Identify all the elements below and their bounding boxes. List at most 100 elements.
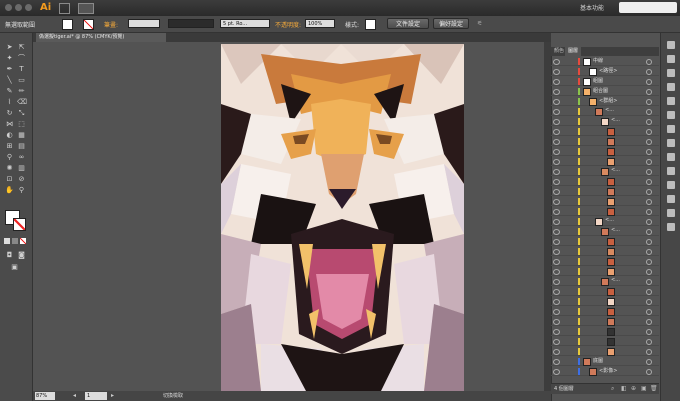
layer-target-icon[interactable] [646, 189, 652, 195]
new-sublayer-icon[interactable]: ⊕ [631, 385, 636, 392]
layer-target-icon[interactable] [646, 79, 652, 85]
layer-target-icon[interactable] [646, 109, 652, 115]
layer-row[interactable] [551, 338, 659, 346]
gradient-mode-icon[interactable] [12, 238, 18, 244]
document-tab[interactable]: 偽選擬tiger.ai* @ 87% (CMYK/預覽) [36, 33, 166, 42]
artboards-panel-icon[interactable] [667, 181, 675, 189]
layer-target-icon[interactable] [646, 239, 652, 245]
visibility-eye-icon[interactable] [553, 229, 560, 235]
vertical-scrollbar[interactable] [544, 42, 551, 391]
artboard-number-field[interactable]: 1 [85, 392, 107, 400]
paintbrush-tool-icon[interactable]: ✎ [5, 87, 14, 96]
layer-row[interactable] [551, 248, 659, 256]
layer-row[interactable] [551, 298, 659, 306]
width-tool-icon[interactable]: ⋈ [5, 120, 14, 129]
visibility-eye-icon[interactable] [553, 149, 560, 155]
align-panel-icon[interactable] [667, 195, 675, 203]
layer-row[interactable]: <... [551, 107, 659, 116]
visibility-eye-icon[interactable] [553, 239, 560, 245]
layer-row[interactable] [551, 178, 659, 186]
layer-target-icon[interactable] [646, 299, 652, 305]
zoom-tool-icon[interactable]: ⚲ [17, 186, 26, 195]
layer-row[interactable] [551, 208, 659, 216]
layer-row[interactable] [551, 198, 659, 206]
visibility-eye-icon[interactable] [553, 339, 560, 345]
layer-row[interactable]: 組合圖 [551, 88, 659, 96]
next-artboard-icon[interactable]: ▸ [111, 392, 114, 400]
layer-row[interactable]: <路徑> [551, 68, 659, 76]
visibility-eye-icon[interactable] [553, 209, 560, 215]
mesh-tool-icon[interactable]: ⊞ [5, 142, 14, 151]
layer-target-icon[interactable] [646, 369, 652, 375]
layer-target-icon[interactable] [646, 269, 652, 275]
visibility-eye-icon[interactable] [553, 319, 560, 325]
visibility-eye-icon[interactable] [553, 259, 560, 265]
visibility-eye-icon[interactable] [553, 69, 560, 75]
transparency-panel-icon[interactable] [667, 125, 675, 133]
layer-row[interactable]: <... [551, 117, 659, 126]
pathfinder-panel-icon[interactable] [667, 209, 675, 217]
layer-target-icon[interactable] [646, 359, 652, 365]
gradient-panel-icon[interactable] [667, 111, 675, 119]
layer-target-icon[interactable] [646, 229, 652, 235]
preferences-button[interactable]: 偏好設定 [433, 18, 469, 29]
layer-row[interactable]: 底圖 [551, 358, 659, 366]
pencil-tool-icon[interactable]: ✏ [17, 87, 26, 96]
gradient-tool-icon[interactable]: ▤ [17, 142, 26, 151]
appearance-panel-icon[interactable] [667, 139, 675, 147]
visibility-eye-icon[interactable] [553, 289, 560, 295]
screen-mode-icon[interactable]: ▣ [10, 263, 19, 272]
layer-name[interactable]: <... [611, 277, 620, 283]
layer-row[interactable]: 組圖 [551, 78, 659, 86]
zoom-window-button[interactable] [25, 4, 32, 11]
layer-row[interactable] [551, 258, 659, 266]
layer-row[interactable]: <... [551, 277, 659, 286]
brushes-panel-icon[interactable] [667, 69, 675, 77]
fill-swatch[interactable] [62, 19, 73, 30]
visibility-eye-icon[interactable] [553, 179, 560, 185]
layer-row[interactable] [551, 188, 659, 196]
blend-tool-icon[interactable]: ∞ [17, 153, 26, 162]
draw-behind-icon[interactable]: ◙ [17, 251, 26, 260]
visibility-eye-icon[interactable] [553, 139, 560, 145]
layer-target-icon[interactable] [646, 59, 652, 65]
rotate-tool-icon[interactable]: ↻ [5, 109, 14, 118]
visibility-eye-icon[interactable] [553, 59, 560, 65]
layer-name[interactable]: <... [611, 227, 620, 233]
character-panel-icon[interactable] [667, 223, 675, 231]
layer-name[interactable]: <... [605, 107, 614, 113]
magic-wand-tool-icon[interactable]: ✦ [5, 54, 14, 63]
rectangle-tool-icon[interactable]: ▭ [17, 76, 26, 85]
layer-target-icon[interactable] [646, 139, 652, 145]
artboard[interactable] [221, 44, 464, 391]
layer-target-icon[interactable] [646, 349, 652, 355]
layer-row[interactable]: <群組> [551, 98, 659, 106]
new-layer-icon[interactable]: ▣ [641, 385, 647, 392]
variable-width-profile[interactable] [168, 19, 214, 28]
layer-target-icon[interactable] [646, 199, 652, 205]
layer-name[interactable]: <... [605, 217, 614, 223]
layer-target-icon[interactable] [646, 89, 652, 95]
visibility-eye-icon[interactable] [553, 109, 560, 115]
layer-target-icon[interactable] [646, 149, 652, 155]
stroke-panel-icon[interactable] [667, 97, 675, 105]
layer-name[interactable]: 底圖 [593, 357, 603, 364]
workspace-switcher[interactable]: 基本功能 [580, 3, 604, 12]
arrange-documents-icon[interactable] [78, 3, 94, 14]
line-tool-icon[interactable]: ╲ [5, 76, 14, 85]
close-window-button[interactable] [5, 4, 12, 11]
visibility-eye-icon[interactable] [553, 159, 560, 165]
color-panel-icon[interactable] [667, 41, 675, 49]
slice-tool-icon[interactable]: ⊘ [17, 175, 26, 184]
symbols-panel-icon[interactable] [667, 83, 675, 91]
layer-name[interactable]: 組圖 [593, 77, 603, 84]
layer-target-icon[interactable] [646, 69, 652, 75]
stroke-swatch[interactable] [83, 19, 94, 30]
shape-builder-tool-icon[interactable]: ◐ [5, 131, 14, 140]
layer-target-icon[interactable] [646, 279, 652, 285]
brush-definition-field[interactable]: 5 pt. Ro... [220, 19, 270, 28]
locate-object-icon[interactable]: ⌕ [611, 385, 614, 393]
layer-name[interactable]: <... [611, 167, 620, 173]
layer-target-icon[interactable] [646, 289, 652, 295]
layer-row[interactable] [551, 318, 659, 326]
